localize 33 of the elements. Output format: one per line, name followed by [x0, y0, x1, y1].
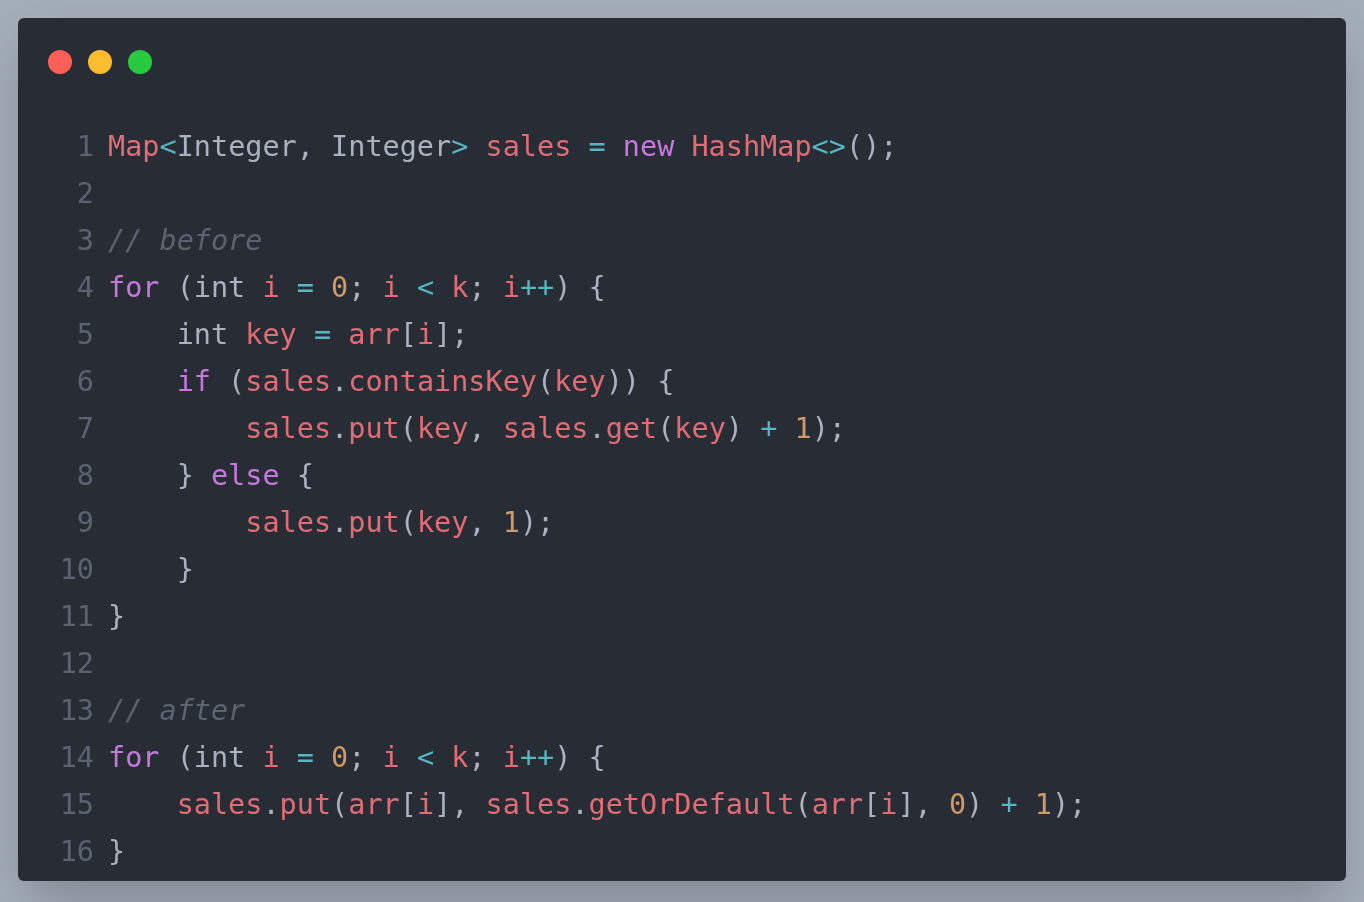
code-line: int key = arr[i]; [175, 321, 469, 350]
line-number: 2 [75, 180, 94, 209]
line-number: 5 [75, 321, 94, 350]
code-line: sales.put(key, sales.get(key) + 1); [244, 415, 846, 444]
line-number: 8 [75, 462, 94, 491]
line-number: 16 [58, 838, 94, 867]
zoom-button[interactable] [128, 50, 152, 74]
line-number: 10 [58, 556, 94, 585]
line-number: 3 [75, 227, 94, 256]
code-line: } [175, 556, 194, 585]
line-number: 1 [75, 133, 94, 162]
code-line: for (int i = 0; i < k; i++) { [108, 274, 606, 303]
code-line: } [108, 838, 126, 867]
code-line: // after [108, 697, 246, 726]
code-line: for (int i = 0; i < k; i++) { [108, 744, 606, 773]
line-number: 7 [75, 415, 94, 444]
code-line: Map<Integer, Integer> sales = new HashMap<>(); [108, 133, 898, 162]
code-line: } else { [175, 462, 314, 491]
code-line: if (sales.containsKey(key)) { [175, 368, 675, 397]
code-line: sales.put(arr[i], sales.getOrDefault(arr[i], 0) + 1); [175, 791, 1087, 820]
line-number: 13 [58, 697, 94, 726]
line-number: 14 [58, 744, 94, 773]
line-number: 12 [58, 650, 94, 679]
line-number: 11 [58, 603, 94, 632]
close-button[interactable] [48, 50, 72, 74]
code-line: sales.put(key, 1); [244, 509, 555, 538]
line-number: 15 [58, 791, 94, 820]
line-number: 6 [75, 368, 94, 397]
line-number: 9 [75, 509, 94, 538]
code-line: } [108, 603, 126, 632]
minimize-button[interactable] [88, 50, 112, 74]
code-line: // before [108, 227, 263, 256]
line-number: 4 [75, 274, 94, 303]
